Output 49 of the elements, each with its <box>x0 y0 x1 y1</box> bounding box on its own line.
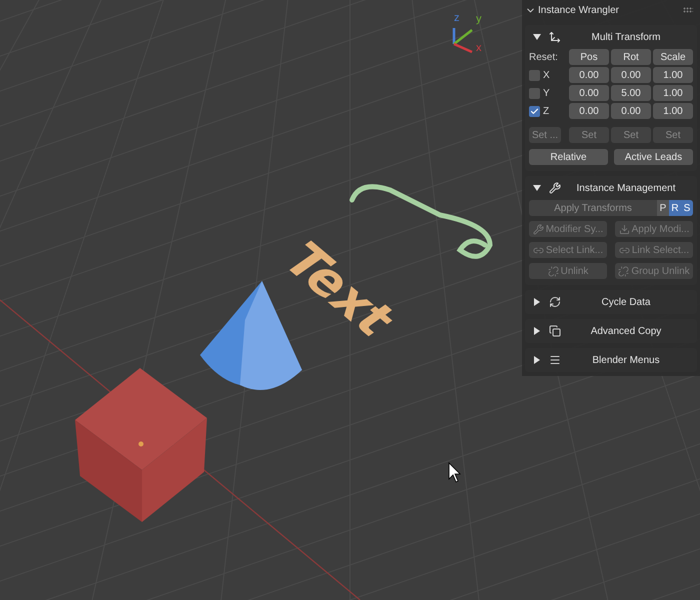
reset-label: Reset: <box>529 50 559 64</box>
value-field[interactable]: 0.00 <box>611 103 651 119</box>
axis-checkbox[interactable] <box>529 88 540 98</box>
value-field[interactable]: 0.00 <box>569 103 609 119</box>
broken-link-icon <box>548 266 559 276</box>
axis-label: X <box>543 68 550 82</box>
section-title[interactable]: Advanced Copy <box>569 324 689 338</box>
flag-toggle[interactable]: R <box>669 200 681 216</box>
axis-label: Z <box>543 104 550 118</box>
expanded-triangle-icon[interactable] <box>533 33 541 41</box>
value-field[interactable]: 1.00 <box>653 85 693 101</box>
expanded-triangle-icon[interactable] <box>533 184 541 192</box>
section-title[interactable]: Blender Menus <box>569 352 689 368</box>
wrench-icon <box>532 224 544 234</box>
apply-transforms-button[interactable]: Apply Transforms <box>529 200 657 216</box>
value-field[interactable]: 0.00 <box>569 67 609 83</box>
section-title[interactable]: Instance Management <box>569 180 689 196</box>
value-field[interactable]: 0.00 <box>569 85 609 101</box>
copy-icon <box>549 325 561 337</box>
collapsed-triangle-icon[interactable] <box>533 356 541 364</box>
value-field[interactable]: 1.00 <box>653 67 693 83</box>
value-field[interactable]: 0.00 <box>611 67 651 83</box>
reset-button[interactable]: Pos <box>569 49 609 65</box>
broken-link-icon <box>618 266 630 276</box>
value-field[interactable]: 1.00 <box>653 103 693 119</box>
value-field[interactable]: 5.00 <box>611 85 651 101</box>
collapsed-triangle-icon[interactable] <box>533 327 541 335</box>
axis-label: Y <box>543 86 550 100</box>
collapsed-triangle-icon[interactable] <box>533 298 541 306</box>
menu-icon <box>549 354 561 366</box>
toggle-button[interactable]: Active Leads <box>614 149 693 165</box>
axis-checkbox[interactable] <box>529 106 540 116</box>
panel-title[interactable]: Instance Wrangler <box>538 2 681 18</box>
toggle-button[interactable]: Relative <box>529 149 608 165</box>
check-icon <box>530 106 539 116</box>
flag-toggle[interactable]: P <box>657 200 669 216</box>
flag-toggle[interactable]: S <box>681 200 693 216</box>
axes-icon <box>549 31 561 43</box>
drag-handle-icon[interactable] <box>683 7 693 13</box>
mouse-cursor-icon <box>448 462 461 483</box>
download-icon <box>618 224 630 234</box>
section-title[interactable]: Multi Transform <box>569 30 689 44</box>
section-title[interactable]: Cycle Data <box>569 294 689 310</box>
cycle-arrows-icon <box>549 296 561 308</box>
reset-button[interactable]: Rot <box>611 49 651 65</box>
axis-gizmo-drawing: z y x <box>452 12 482 54</box>
tools-icon <box>549 182 561 194</box>
axis-checkbox[interactable] <box>529 70 540 80</box>
reset-button[interactable]: Scale <box>653 49 693 65</box>
